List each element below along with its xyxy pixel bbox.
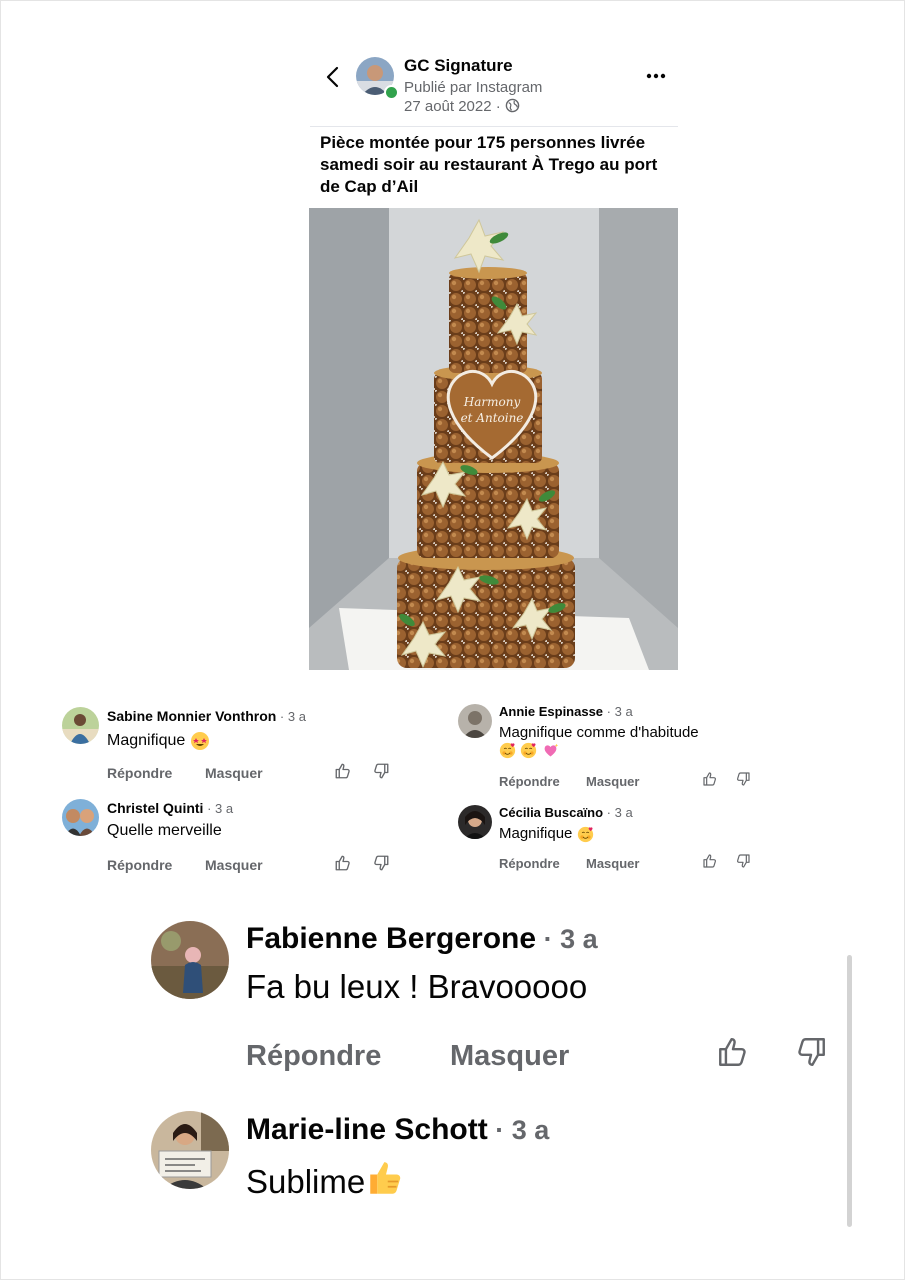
thumbs-up-icon[interactable] xyxy=(334,762,352,780)
comment-text: Quelle merveille xyxy=(107,822,222,839)
comment-text: Magnifique comme d'habitude xyxy=(499,724,699,741)
comment-author[interactable]: Marie-line Schott · 3 a xyxy=(246,1113,549,1147)
reply-button[interactable]: Répondre xyxy=(246,1040,381,1073)
thumbs-up-emoji-icon xyxy=(370,1162,401,1194)
meta-separator: · xyxy=(491,98,505,115)
online-indicator xyxy=(384,85,399,100)
post-photo[interactable]: Harmony et Antoine xyxy=(309,208,678,670)
smiling-face-with-hearts-icon xyxy=(521,743,537,759)
comment-author[interactable]: Cécilia Buscaïno · 3 a xyxy=(499,805,633,820)
globe-icon xyxy=(505,98,520,113)
comment-avatar[interactable] xyxy=(458,805,492,839)
thumbs-down-icon[interactable] xyxy=(735,853,751,869)
comment-time: · 3 a xyxy=(603,704,633,719)
post-date[interactable]: 27 août 2022 xyxy=(404,98,492,115)
thumbs-up-icon[interactable] xyxy=(702,771,718,787)
comment-time: · 3 a xyxy=(603,805,633,820)
hide-button[interactable]: Masquer xyxy=(205,765,263,781)
comment-time: · 3 a xyxy=(487,1115,550,1145)
comment-avatar[interactable] xyxy=(62,799,99,836)
hide-button[interactable]: Masquer xyxy=(586,856,639,871)
hide-button[interactable]: Masquer xyxy=(450,1040,569,1073)
comment-text: Magnifique xyxy=(499,825,594,843)
thumbs-down-icon[interactable] xyxy=(735,771,751,787)
comment-text: Magnifique xyxy=(107,731,210,751)
comment-time: · 3 a xyxy=(203,801,234,816)
hide-button[interactable]: Masquer xyxy=(586,774,639,789)
published-via: Publié par Instagram xyxy=(404,79,543,96)
comment-text: Sublime xyxy=(246,1157,407,1201)
header-divider xyxy=(310,126,678,127)
comment-avatar[interactable] xyxy=(458,704,492,738)
comment-avatar[interactable] xyxy=(62,707,99,744)
chevron-left-icon[interactable] xyxy=(322,64,344,90)
svg-text:Harmony: Harmony xyxy=(463,395,521,409)
comment-avatar[interactable] xyxy=(151,921,229,999)
thumbs-up-icon[interactable] xyxy=(716,1035,750,1069)
comment-time: · 3 a xyxy=(536,924,598,954)
reply-button[interactable]: Répondre xyxy=(499,856,560,871)
thumbs-up-icon[interactable] xyxy=(702,853,718,869)
svg-text:et Antoine: et Antoine xyxy=(461,411,524,425)
comment-author[interactable]: Christel Quinti · 3 a xyxy=(107,800,233,816)
reply-button[interactable]: Répondre xyxy=(499,774,560,789)
more-horizontal-icon[interactable] xyxy=(644,66,668,86)
comment-text: Fa bu leux ! Bravooooo xyxy=(246,968,588,1005)
smiling-face-with-hearts-icon xyxy=(499,743,516,759)
star-struck-emoji-icon xyxy=(190,732,209,750)
reply-button[interactable]: Répondre xyxy=(107,857,172,873)
page-name[interactable]: GC Signature xyxy=(404,56,513,76)
thumbs-down-icon[interactable] xyxy=(794,1035,828,1069)
emoji-row xyxy=(499,742,559,760)
hide-button[interactable]: Masquer xyxy=(205,857,263,873)
thumbs-up-icon[interactable] xyxy=(334,854,352,872)
comment-avatar[interactable] xyxy=(151,1111,229,1189)
post-meta: 27 août 2022 · xyxy=(404,98,520,115)
smiling-face-with-hearts-icon xyxy=(577,826,593,842)
reply-button[interactable]: Répondre xyxy=(107,765,172,781)
post-caption: Pièce montée pour 175 personnes livrée s… xyxy=(320,133,658,196)
scrollbar[interactable] xyxy=(847,955,852,1227)
thumbs-down-icon[interactable] xyxy=(372,854,390,872)
comment-author[interactable]: Sabine Monnier Vonthron · 3 a xyxy=(107,708,306,724)
sparkling-heart-icon xyxy=(544,743,559,757)
thumbs-down-icon[interactable] xyxy=(372,762,390,780)
comment-author[interactable]: Fabienne Bergerone · 3 a xyxy=(246,922,598,956)
comment-author[interactable]: Annie Espinasse · 3 a xyxy=(499,704,633,719)
comment-time: · 3 a xyxy=(276,709,306,724)
